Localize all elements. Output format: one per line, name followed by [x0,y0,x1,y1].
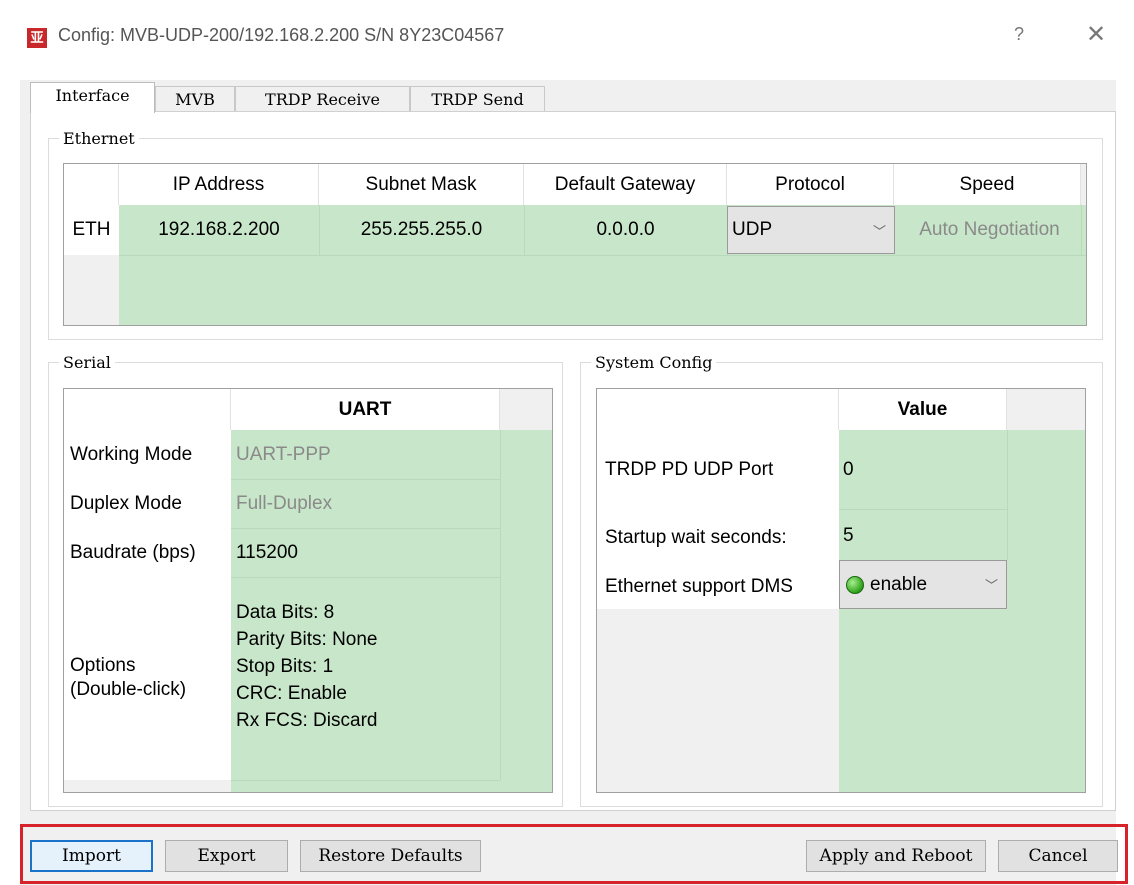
duplex-mode-value[interactable]: Full-Duplex [236,479,496,528]
baudrate-label: Baudrate (bps) [70,541,196,563]
duplex-mode-label: Duplex Mode [70,492,182,514]
serial-group-title: Serial [59,353,115,372]
title-bar: 亚 Config: MVB-UDP-200/192.168.2.200 S/N … [0,0,1134,78]
option-parity-bits: Parity Bits: None [236,629,378,650]
trdp-pd-udp-port-value[interactable]: 0 [843,430,1003,509]
header-uart: UART [231,389,500,430]
working-mode-value[interactable]: UART-PPP [236,430,496,479]
startup-wait-value[interactable]: 5 [843,511,1003,560]
window-title: Config: MVB-UDP-200/192.168.2.200 S/N 8Y… [58,25,505,45]
options-label: Options (Double-click) [70,655,187,700]
chevron-down-icon: ﹀ [872,223,886,239]
working-mode-label: Working Mode [70,443,193,465]
close-icon[interactable]: ✕ [1086,20,1106,49]
tab-interface[interactable]: Interface [30,82,155,113]
ethernet-dms-select[interactable]: enable ﹀ [839,560,1007,609]
system-config-table: Value TRDP PD UDP Port 0 Startup wait se… [596,388,1086,793]
ip-address-value[interactable]: 192.168.2.200 [119,205,319,255]
options-value[interactable]: Data Bits: 8 Parity Bits: None Stop Bits… [236,599,378,734]
trdp-pd-udp-port-label: TRDP PD UDP Port [605,458,774,480]
protocol-selected-value: UDP [732,219,773,240]
header-value: Value [839,389,1007,430]
baudrate-value[interactable]: 115200 [236,528,496,577]
header-speed: Speed [894,164,1081,205]
system-config-group-title: System Config [591,353,717,372]
startup-wait-label: Startup wait seconds: [605,526,787,548]
option-data-bits: Data Bits: 8 [236,602,335,623]
option-rx-fcs: Rx FCS: Discard [236,710,378,731]
cancel-button[interactable]: Cancel [998,840,1118,872]
speed-value: Auto Negotiation [919,219,1060,240]
tab-trdp-send[interactable]: TRDP Send [410,86,545,112]
row-label-eth: ETH [64,205,119,255]
chevron-down-icon: ﹀ [984,578,998,593]
apply-and-reboot-button[interactable]: Apply and Reboot [806,840,986,872]
ethernet-dms-selected-value: enable [870,573,928,595]
ethernet-group-title: Ethernet [59,129,139,148]
header-ip-address: IP Address [119,164,319,205]
serial-table: UART Working Mode UART-PPP Duplex Mode F… [63,388,553,793]
option-stop-bits: Stop Bits: 1 [236,656,334,677]
help-icon[interactable]: ? [1014,24,1024,45]
restore-defaults-button[interactable]: Restore Defaults [300,840,481,872]
ethernet-table: IP Address Subnet Mask Default Gateway P… [63,163,1087,326]
header-default-gateway: Default Gateway [524,164,727,205]
header-protocol: Protocol [727,164,894,205]
ethernet-dms-label: Ethernet support DMS [605,576,793,597]
subnet-mask-value[interactable]: 255.255.255.0 [319,205,524,255]
import-button[interactable]: Import [30,840,153,872]
header-subnet-mask: Subnet Mask [319,164,524,205]
status-ok-icon [846,575,864,594]
default-gateway-value[interactable]: 0.0.0.0 [524,205,727,255]
tab-trdp-receive[interactable]: TRDP Receive [235,86,410,112]
option-crc: CRC: Enable [236,683,347,704]
export-button[interactable]: Export [165,840,288,872]
tab-mvb[interactable]: MVB [155,86,235,112]
app-logo-icon: 亚 [27,28,47,48]
protocol-select[interactable]: UDP ﹀ [727,206,895,254]
